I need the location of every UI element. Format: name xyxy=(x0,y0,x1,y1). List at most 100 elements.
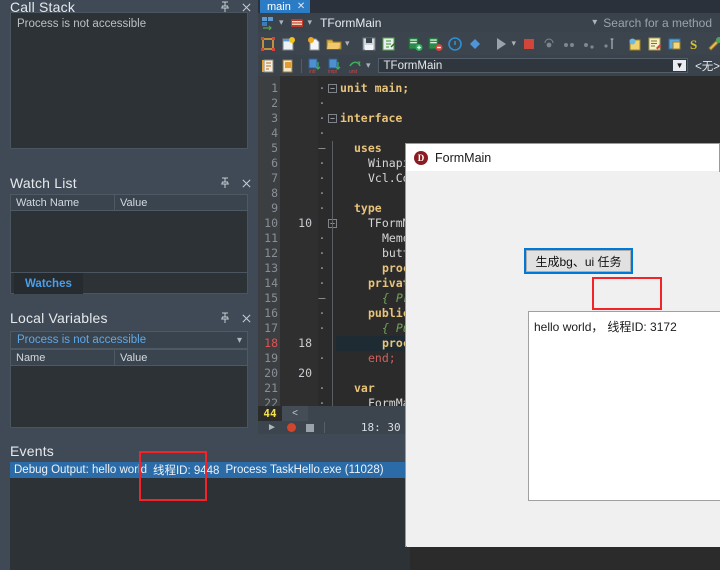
chevron-down-icon[interactable]: ▾ xyxy=(592,17,597,28)
line-state-dot: – xyxy=(318,141,326,155)
local-variables-panel-header: Local Variables xyxy=(0,307,258,329)
line-state-dot: · xyxy=(318,306,326,320)
editor-navigation-bar: ▾ ▾ TFormMain ▾ Search for a method xyxy=(258,13,720,32)
diamond-icon[interactable] xyxy=(467,36,483,52)
add-to-project-icon[interactable] xyxy=(407,36,423,52)
local-variables-column-headers: Name Value xyxy=(10,349,248,366)
code-line[interactable]: 1 · − unit main; xyxy=(258,81,720,96)
events-list[interactable]: Debug Output: hello world 线程ID: 9448 Pro… xyxy=(10,462,410,570)
line-number: 1 xyxy=(271,81,278,95)
chevron-down-icon: ▾ xyxy=(236,335,242,346)
tab-watches[interactable]: Watches xyxy=(14,273,83,294)
line-number: 6 xyxy=(271,156,278,170)
play-icon[interactable]: ► xyxy=(267,422,277,433)
fold-toggle-icon[interactable]: − xyxy=(328,84,337,93)
generate-tasks-button[interactable]: 生成bg、ui 任务 xyxy=(524,248,633,274)
currency-icon[interactable]: S xyxy=(687,36,703,52)
call-stack-message: Process is not accessible xyxy=(17,18,147,30)
column-header-watch-value[interactable]: Value xyxy=(114,194,248,211)
goto-implementation-icon[interactable]: impl xyxy=(327,58,343,75)
class-browser-icon[interactable] xyxy=(289,15,305,31)
line-marker-number: 20 xyxy=(298,366,312,380)
indent-guide xyxy=(332,201,333,216)
pin-icon[interactable] xyxy=(219,312,231,324)
column-header-name[interactable]: Name xyxy=(10,349,114,366)
new-project-icon[interactable] xyxy=(260,36,276,52)
goto-interface-icon[interactable]: intf xyxy=(307,58,323,75)
code-text: type xyxy=(354,201,382,215)
output-memo[interactable]: hello world， 线程ID: 3172 xyxy=(528,311,720,501)
fold-toggle-icon[interactable]: − xyxy=(328,114,337,123)
pin-icon[interactable] xyxy=(219,177,231,189)
open-folder-icon[interactable] xyxy=(326,36,342,52)
code-line[interactable]: 4 · xyxy=(258,126,720,141)
local-variables-thread-combo[interactable]: Process is not accessible ▾ xyxy=(10,331,248,349)
line-number: 14 xyxy=(264,276,278,290)
goto-unit-icon[interactable]: unit xyxy=(347,58,363,75)
new-unit-icon[interactable] xyxy=(280,58,296,74)
project-options-icon[interactable] xyxy=(627,36,643,52)
form-main-titlebar[interactable]: D FormMain xyxy=(406,144,719,171)
event-message: Debug Output: hello world xyxy=(14,464,147,476)
remove-from-project-icon[interactable] xyxy=(427,36,443,52)
chevron-down-icon[interactable]: ▼ xyxy=(673,60,687,71)
indent-guide xyxy=(332,141,333,156)
chevron-down-icon[interactable]: ▾ xyxy=(345,38,350,49)
save-icon[interactable] xyxy=(361,36,377,52)
editor-class-bar: intf impl unit ▾ TFormMain ▼ <无> xyxy=(258,55,720,76)
svg-text:S: S xyxy=(690,37,697,52)
watch-list-panel-header: Watch List xyxy=(0,172,258,194)
stop-icon[interactable] xyxy=(521,36,537,52)
chevron-down-icon[interactable]: ▾ xyxy=(366,60,371,71)
structure-icon[interactable] xyxy=(260,15,276,31)
class-selector-value: TFormMain xyxy=(383,59,443,72)
close-icon[interactable] xyxy=(240,177,252,189)
line-state-dot: · xyxy=(318,396,326,406)
windows-layout-icon[interactable] xyxy=(667,36,683,52)
record-icon[interactable] xyxy=(286,423,296,432)
member-selector-value[interactable]: <无> xyxy=(695,58,720,74)
status-separator xyxy=(323,422,325,433)
editor-tab-code[interactable]: < xyxy=(282,406,308,421)
tab-main[interactable]: main ✕ xyxy=(260,0,311,13)
class-explorer-icon[interactable] xyxy=(260,58,276,74)
class-selector-combo[interactable]: TFormMain ▼ xyxy=(377,58,689,73)
line-state-dot: · xyxy=(318,381,326,395)
form-main-window[interactable]: D FormMain 生成bg、ui 任务 hello world， 线程ID: … xyxy=(405,143,720,547)
search-method-input[interactable]: Search for a method xyxy=(603,16,712,30)
help-insight-icon[interactable] xyxy=(447,36,463,52)
event-row[interactable]: Debug Output: hello world 线程ID: 9448 Pro… xyxy=(10,462,410,478)
column-header-watch-name[interactable]: Watch Name xyxy=(10,194,114,211)
close-icon[interactable]: ✕ xyxy=(297,1,305,12)
indent-guide xyxy=(332,336,333,351)
code-line[interactable]: 2 · xyxy=(258,96,720,111)
run-icon[interactable] xyxy=(493,36,509,52)
edit-note-icon[interactable] xyxy=(647,36,663,52)
save-all-icon[interactable] xyxy=(381,36,397,52)
indent-guide xyxy=(332,276,333,291)
editor-tab-line-marker[interactable]: 44 xyxy=(258,406,282,421)
chevron-down-icon[interactable]: ▾ xyxy=(308,17,313,28)
line-number: 15 xyxy=(264,291,278,305)
toolbar-separator xyxy=(301,58,302,73)
view-form-icon[interactable] xyxy=(280,36,296,52)
stop-icon[interactable] xyxy=(305,423,314,432)
indent-guide xyxy=(332,306,333,321)
build-icon[interactable] xyxy=(707,36,720,52)
local-variables-rows[interactable] xyxy=(10,366,248,428)
line-number: 5 xyxy=(271,141,278,155)
code-line[interactable]: 3 · − interface xyxy=(258,111,720,126)
line-state-dot: · xyxy=(318,246,326,260)
close-icon[interactable] xyxy=(240,312,252,324)
new-item-icon[interactable] xyxy=(306,36,322,52)
events-panel: Events Debug Output: hello world 线程ID: 9… xyxy=(0,434,410,570)
call-stack-list[interactable]: Process is not accessible xyxy=(10,12,248,149)
column-header-value[interactable]: Value xyxy=(114,349,248,366)
step-over-icon xyxy=(541,36,557,52)
line-number: 7 xyxy=(271,171,278,185)
chevron-down-icon[interactable]: ▾ xyxy=(279,17,284,28)
memo-line: hello world， 线程ID: 3172 xyxy=(529,312,720,335)
chevron-down-icon[interactable]: ▾ xyxy=(512,38,517,49)
watch-list-rows[interactable] xyxy=(10,211,248,273)
indent-guide xyxy=(332,216,333,231)
